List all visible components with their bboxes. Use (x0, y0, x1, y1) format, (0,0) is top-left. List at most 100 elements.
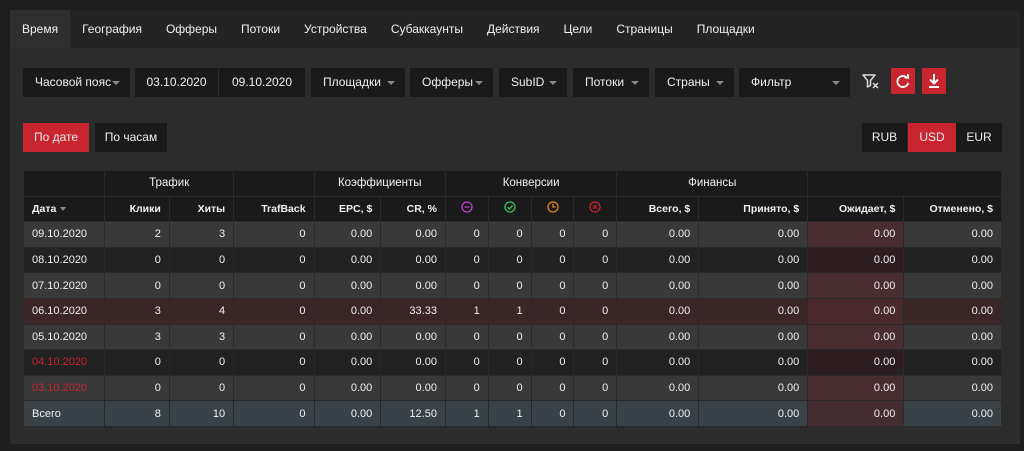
refresh-icon (896, 73, 910, 88)
cell-cancelled: 0.00 (903, 246, 1002, 274)
cell-pending-conversions: 0 (444, 323, 489, 351)
download-icon (929, 74, 939, 88)
column-header-pending[interactable]: Ожидает, $ (807, 195, 905, 223)
tab-subaccounts[interactable]: Субаккаунты (379, 10, 475, 48)
subid-select[interactable]: SubID (499, 68, 567, 97)
cell-hits: 4 (168, 297, 235, 325)
chevron-down-icon (475, 81, 483, 85)
chevron-down-icon (112, 81, 120, 85)
cell-rejected-conversions: 0 (573, 374, 618, 402)
filter-clear-button[interactable] (858, 68, 882, 94)
cell-hits: 10 (168, 400, 235, 427)
currency-eur-button[interactable]: EUR (956, 123, 1002, 152)
currency-rub-button[interactable]: RUB (862, 123, 907, 152)
cell-clicks: 8 (104, 400, 170, 427)
cell-total: 0.00 (616, 297, 700, 325)
tab-platforms[interactable]: Площадки (685, 10, 767, 48)
cell-date: 04.10.2020 (22, 349, 106, 376)
date-to-input[interactable]: 09.10.2020 (219, 68, 305, 97)
cell-total: 0.00 (616, 246, 700, 274)
table-group-ratios: Коэффициенты (313, 170, 446, 197)
cell-pending: 0.00 (807, 272, 905, 299)
cell-cancelled: 0.00 (903, 374, 1002, 402)
cell-pending: 0.00 (807, 400, 905, 427)
column-header-trafback[interactable]: TrafBack (233, 195, 315, 223)
pending-conversion-icon (461, 201, 473, 214)
table-row: 06.10.2020 3 4 0 0.00 33.33 1 1 0 0 0.00 0.00 0.00 0.… (22, 297, 1002, 325)
cell-cr: 0.00 (380, 221, 446, 248)
cell-epc: 0.00 (313, 400, 382, 427)
cell-trafback: 0 (233, 221, 315, 248)
cell-pending: 0.00 (807, 374, 905, 402)
streams-select[interactable]: Потоки (573, 68, 649, 97)
tab-actions[interactable]: Действия (475, 10, 552, 48)
table-group-empty (807, 170, 1002, 197)
platforms-label: Площадки (323, 75, 381, 89)
column-header-date[interactable]: Дата (22, 195, 106, 223)
cell-pending-conversions: 0 (444, 246, 489, 274)
platforms-select[interactable]: Площадки (311, 68, 405, 97)
column-header-approved-conversions[interactable] (487, 195, 532, 223)
cell-hold-conversions: 0 (530, 221, 575, 248)
cell-hits: 3 (168, 323, 235, 351)
rejected-conversion-icon (589, 201, 601, 214)
column-header-rejected-conversions[interactable] (573, 195, 618, 223)
table-row: 05.10.2020 3 3 0 0.00 0.00 0 0 0 0 0.00 0.00 0.00 0.0… (22, 323, 1002, 351)
cell-clicks: 2 (104, 221, 170, 248)
table-row: 09.10.2020 2 3 0 0.00 0.00 0 0 0 0 0.00 0.00 0.00 0.0… (22, 221, 1002, 248)
column-header-date-label: Дата (32, 202, 57, 215)
cell-date: 03.10.2020 (22, 374, 106, 402)
tab-offers[interactable]: Офферы (154, 10, 229, 48)
cell-clicks: 3 (104, 297, 170, 325)
date-from-input[interactable]: 03.10.2020 (135, 68, 218, 97)
tab-devices[interactable]: Устройства (292, 10, 379, 48)
column-header-epc[interactable]: EPC, $ (313, 195, 382, 223)
group-by-date-button[interactable]: По дате (23, 123, 89, 152)
group-by-hour-button[interactable]: По часам (95, 123, 167, 152)
column-header-hits[interactable]: Хиты (168, 195, 235, 223)
tab-streams[interactable]: Потоки (229, 10, 292, 48)
tab-time[interactable]: Время (10, 10, 71, 48)
cell-cr: 0.00 (380, 246, 446, 274)
table-total-row: Всего 8 10 0 0.00 12.50 1 1 0 0 0.00 0.00 0.00 0.00 (22, 400, 1002, 427)
cell-clicks: 0 (104, 272, 170, 299)
cell-approved-conversions: 0 (487, 272, 532, 299)
stats-table-body: 09.10.2020 2 3 0 0.00 0.00 0 0 0 0 0.00 0.00 0.00 0.0… (22, 221, 1002, 427)
table-row: 08.10.2020 0 0 0 0.00 0.00 0 0 0 0 0.00 0.00 0.00 0.0… (22, 246, 1002, 274)
cell-cr: 0.00 (380, 323, 446, 351)
cell-total: 0.00 (616, 349, 700, 376)
column-header-cr[interactable]: CR, % (380, 195, 446, 223)
sort-desc-icon (60, 207, 67, 212)
tab-goals[interactable]: Цели (552, 10, 605, 48)
cell-hold-conversions: 0 (530, 374, 575, 402)
countries-select[interactable]: Страны (655, 68, 734, 97)
cell-rejected-conversions: 0 (573, 400, 618, 427)
offers-select[interactable]: Офферы (410, 68, 493, 97)
table-row: 03.10.2020 0 0 0 0.00 0.00 0 0 0 0 0.00 0.00 0.00 0.0… (22, 374, 1002, 402)
cell-trafback: 0 (233, 272, 315, 299)
countries-label: Страны (667, 75, 710, 89)
refresh-button[interactable] (891, 68, 915, 94)
cell-total: 0.00 (616, 400, 700, 427)
filter-select[interactable]: Фильтр (739, 68, 850, 97)
currency-usd-button[interactable]: USD (908, 123, 956, 152)
column-header-clicks[interactable]: Клики (104, 195, 170, 223)
tab-geography[interactable]: География (70, 10, 154, 48)
timezone-select[interactable]: Часовой пояс (23, 68, 130, 97)
offers-label: Офферы (422, 75, 474, 89)
column-header-hold-conversions[interactable] (530, 195, 575, 223)
cell-pending: 0.00 (807, 221, 905, 248)
cell-trafback: 0 (233, 246, 315, 274)
cell-accepted: 0.00 (698, 297, 809, 325)
table-row: 04.10.2020 0 0 0 0.00 0.00 0 0 0 0 0.00 0.00 0.00 0.0… (22, 349, 1002, 376)
column-header-cancelled[interactable]: Отменено, $ (903, 195, 1002, 223)
filter-label: Фильтр (751, 75, 792, 89)
table-group-empty (233, 170, 315, 197)
column-header-accepted[interactable]: Принято, $ (698, 195, 809, 223)
cell-trafback: 0 (233, 374, 315, 402)
tab-pages[interactable]: Страницы (604, 10, 684, 48)
download-button[interactable] (922, 68, 946, 94)
column-header-total[interactable]: Всего, $ (616, 195, 700, 223)
cell-pending-conversions: 0 (444, 221, 489, 248)
column-header-pending-conversions[interactable] (444, 195, 489, 223)
